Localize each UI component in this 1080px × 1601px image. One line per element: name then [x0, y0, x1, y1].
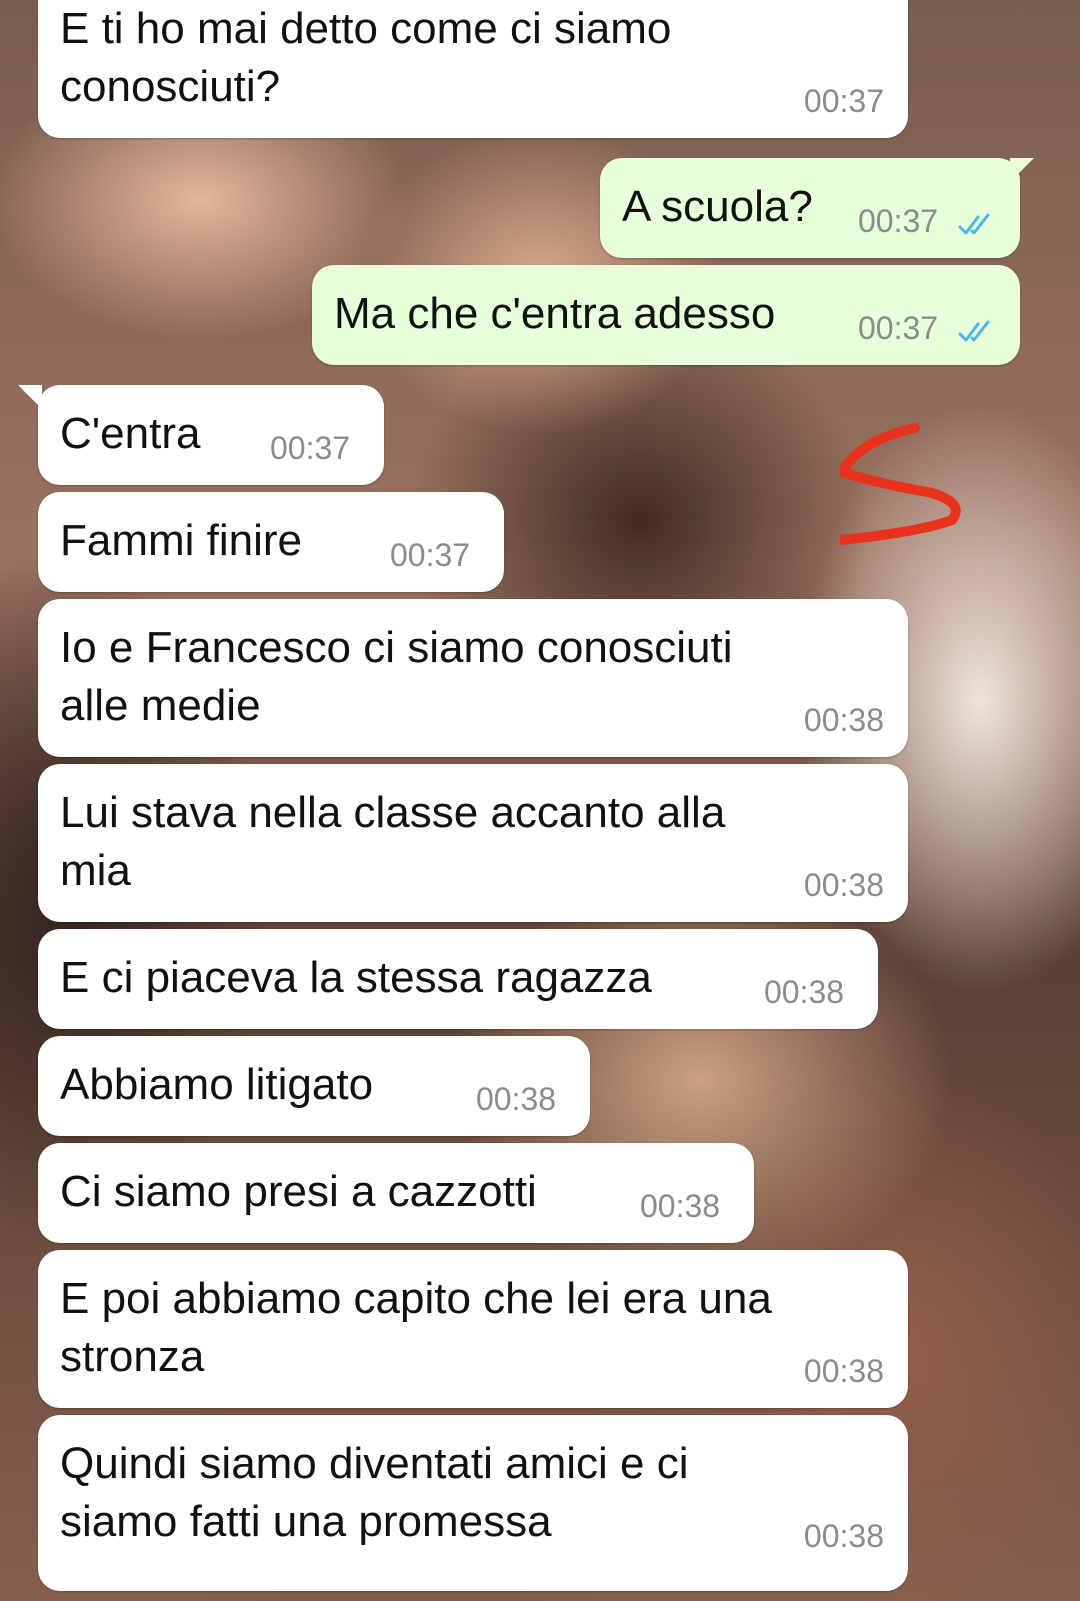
double-check-icon	[958, 213, 990, 235]
message-bubble-incoming[interactable]: Fammi finire 00:37	[38, 492, 504, 592]
message-timestamp: 00:37	[803, 83, 884, 119]
message-text: Lui stava nella classe accanto alla mia	[60, 788, 726, 895]
message-text: C'entra	[60, 409, 201, 458]
message-timestamp: 00:38	[640, 1188, 721, 1224]
message-bubble-incoming[interactable]: Ci siamo presi a cazzotti 00:38	[38, 1143, 754, 1243]
red-scribble-annotation	[840, 423, 961, 545]
message-timestamp: 00:38	[803, 1518, 884, 1554]
message-text: Io e Francesco ci siamo conosciuti alle …	[60, 623, 733, 730]
message-timestamp: 00:37	[270, 430, 351, 466]
message-text: Abbiamo litigato	[60, 1060, 374, 1109]
message-bubble-incoming[interactable]: E poi abbiamo capito che lei era una str…	[38, 1250, 908, 1408]
message-bubble-incoming[interactable]: E ti ho mai detto come ci siamo conosciu…	[38, 0, 908, 138]
message-timestamp: 00:38	[764, 974, 845, 1010]
message-text: Ma che c'entra adesso	[334, 289, 776, 338]
message-bubble-incoming[interactable]: Lui stava nella classe accanto alla mia …	[38, 764, 908, 922]
message-text: Quindi siamo diventati amici e ci siamo …	[60, 1439, 689, 1546]
message-text: Ci siamo presi a cazzotti	[60, 1167, 537, 1216]
message-bubble-outgoing[interactable]: A scuola? 00:37	[600, 158, 1020, 258]
chat-message-list[interactable]: E ti ho mai detto come ci siamo conosciu…	[0, 0, 1080, 1601]
message-timestamp: 00:38	[803, 702, 884, 738]
message-bubble-incoming[interactable]: Quindi siamo diventati amici e ci siamo …	[38, 1415, 908, 1591]
message-text: A scuola?	[622, 182, 813, 231]
message-bubble-incoming[interactable]: Abbiamo litigato 00:38	[38, 1036, 590, 1136]
message-bubble-outgoing[interactable]: Ma che c'entra adesso 00:37	[312, 265, 1020, 365]
message-timestamp: 00:37	[858, 203, 939, 239]
message-text: Fammi finire	[60, 516, 303, 565]
message-text: E poi abbiamo capito che lei era una str…	[60, 1274, 772, 1381]
message-bubble-incoming[interactable]: E ci piaceva la stessa ragazza 00:38	[38, 929, 878, 1029]
message-timestamp: 00:38	[476, 1081, 557, 1117]
double-check-icon	[958, 320, 990, 342]
message-bubble-incoming[interactable]: C'entra 00:37	[38, 385, 384, 485]
message-bubble-incoming[interactable]: Io e Francesco ci siamo conosciuti alle …	[38, 599, 908, 757]
message-timestamp: 00:38	[803, 867, 884, 903]
message-text: E ti ho mai detto come ci siamo conosciu…	[60, 4, 672, 111]
message-text: E ci piaceva la stessa ragazza	[60, 953, 652, 1002]
message-timestamp: 00:37	[858, 310, 939, 346]
message-timestamp: 00:38	[803, 1353, 884, 1389]
message-timestamp: 00:37	[390, 537, 471, 573]
